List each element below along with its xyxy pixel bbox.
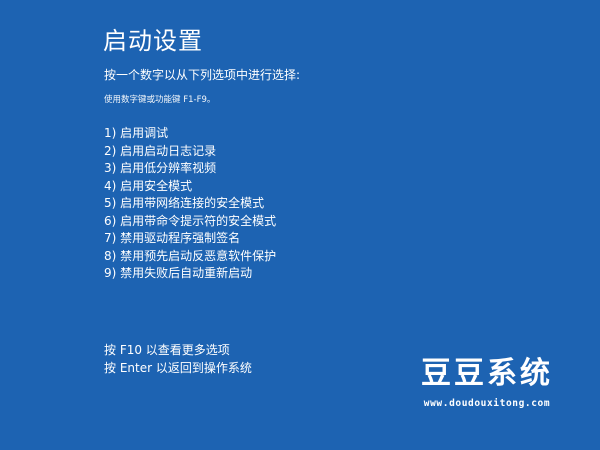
option-enable-safe-mode[interactable]: 4) 启用安全模式: [104, 178, 276, 196]
option-enable-debugging[interactable]: 1) 启用调试: [104, 125, 276, 143]
return-to-os-action[interactable]: 按 Enter 以返回到操作系统: [104, 360, 252, 378]
option-disable-driver-signature-enforcement[interactable]: 7) 禁用驱动程序强制签名: [104, 230, 276, 248]
watermark-title: 豆豆系统: [421, 356, 553, 391]
option-disable-early-launch-antimalware[interactable]: 8) 禁用预先启动反恶意软件保护: [104, 248, 276, 266]
startup-options-list: 1) 启用调试 2) 启用启动日志记录 3) 启用低分辨率视频 4) 启用安全模…: [104, 125, 276, 283]
startup-settings-screen: 启动设置 按一个数字以从下列选项中进行选择: 使用数字键或功能键 F1-F9。 …: [0, 0, 600, 450]
page-title: 启动设置: [103, 27, 203, 55]
watermark-url: www.doudouxitong.com: [423, 398, 551, 409]
watermark-logo: 豆豆系统 www.doudouxitong.com: [392, 355, 582, 411]
option-enable-boot-logging[interactable]: 2) 启用启动日志记录: [104, 143, 276, 161]
option-enable-safe-mode-networking[interactable]: 5) 启用带网络连接的安全模式: [104, 195, 276, 213]
footer-actions: 按 F10 以查看更多选项 按 Enter 以返回到操作系统: [104, 342, 252, 377]
more-options-action[interactable]: 按 F10 以查看更多选项: [104, 342, 252, 360]
option-enable-safe-mode-command-prompt[interactable]: 6) 启用带命令提示符的安全模式: [104, 213, 276, 231]
option-disable-auto-restart-on-failure[interactable]: 9) 禁用失败后自动重新启动: [104, 265, 276, 283]
key-hint-text: 使用数字键或功能键 F1-F9。: [104, 95, 216, 105]
instruction-text: 按一个数字以从下列选项中进行选择:: [104, 68, 301, 82]
option-enable-low-resolution-video[interactable]: 3) 启用低分辨率视频: [104, 160, 276, 178]
